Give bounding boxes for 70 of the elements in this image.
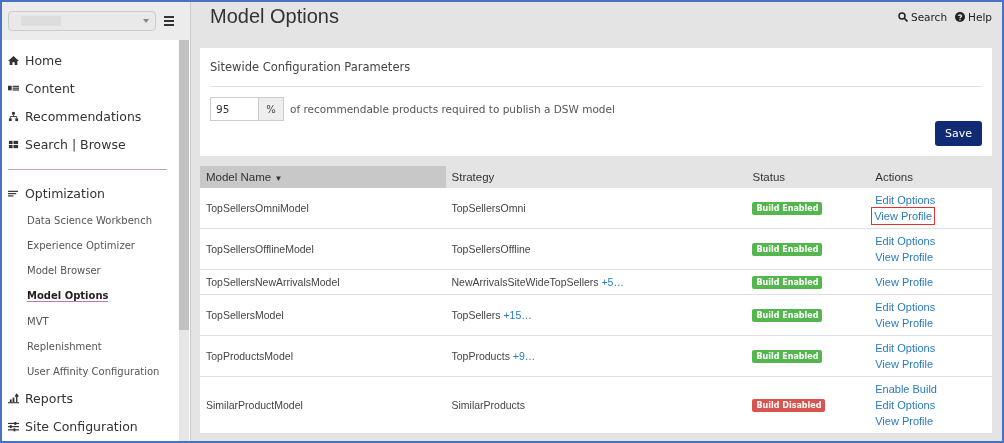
scrollbar-thumb[interactable] [179,40,189,330]
more-strategies-link[interactable]: +5… [601,276,624,288]
action-link[interactable]: Edit Options [875,397,936,413]
action-link[interactable]: View Profile [872,208,935,224]
nav-item[interactable]: Home [8,46,179,75]
help-icon [955,12,966,22]
model-name: TopSellersOmniModel [206,202,309,214]
action-link[interactable]: View Profile [875,315,934,331]
action-link[interactable]: View Profile [875,413,934,429]
nav-subitem[interactable]: User Affinity Configuration [27,366,160,378]
action-link[interactable]: View Profile [875,356,934,372]
page-title: Model Options [210,5,339,28]
lines-icon [8,188,19,200]
nav-item[interactable]: Search | Browse [8,130,179,159]
model-name: TopSellersNewArrivalsModel [206,276,340,288]
model-name: TopSellersModel [206,309,284,321]
status-badge: Build Enabled [752,276,823,289]
strategy-name: TopProducts [451,350,510,362]
caret-icon [143,19,149,23]
strategy-name: TopSellersOffline [451,243,531,255]
column-header[interactable]: Actions [869,166,992,188]
nav-subitem[interactable]: Data Science Workbench [27,215,152,226]
nav-item[interactable]: Optimization [8,179,179,208]
grid-icon [8,139,19,151]
site-dropdown[interactable] [8,11,156,31]
nav-subitem[interactable]: MVT [27,316,49,327]
nav-item[interactable]: Reports [8,384,179,413]
strategy-name: SimilarProducts [451,399,526,411]
nav-subitem[interactable]: Model Browser [27,265,101,277]
action-link[interactable]: Edit Options [875,233,936,249]
status-badge: Build Enabled [752,309,823,322]
model-name: SimilarProductModel [206,399,303,411]
nav-item[interactable]: Content [8,74,179,103]
strategy-name: TopSellersOmni [451,202,526,214]
column-header[interactable]: Status [746,166,870,188]
column-header[interactable]: Model Name ▼ [200,166,446,188]
status-badge: Build Enabled [752,243,823,256]
action-link[interactable]: Enable Build [875,381,937,397]
menu-icon[interactable] [164,16,174,26]
strategy-name: TopSellers [451,309,501,321]
strategy-name: NewArrivalsSiteWideTopSellers [451,276,599,288]
status-badge: Build Enabled [752,202,823,215]
action-link[interactable]: Edit Options [875,299,936,315]
percent-input-field[interactable]: 95 [210,97,258,121]
column-header[interactable]: Strategy [445,166,747,188]
unit-label: % [258,97,284,121]
nav-subitem[interactable]: Replenishment [27,341,102,353]
nav-subitem[interactable]: Model Options [27,290,109,303]
status-badge: Build Disabled [752,399,826,412]
card-title: Sitewide Configuration Parameters [210,60,982,87]
save-button[interactable]: Save [935,121,982,146]
help-link[interactable]: Help [955,11,992,23]
search-link[interactable]: Search [897,11,948,23]
home-icon [8,54,19,66]
chart-icon [8,393,19,405]
nav-subitem[interactable]: Experience Optimizer [27,240,135,252]
action-link[interactable]: View Profile [875,249,934,265]
model-name: TopProductsModel [206,350,293,362]
more-strategies-link[interactable]: +9… [512,350,536,362]
sliders-icon [8,421,19,433]
nav-item[interactable]: Recommendations [8,102,179,131]
model-name: TopSellersOfflineModel [206,243,314,255]
more-strategies-link[interactable]: +15… [503,309,532,321]
action-link[interactable]: Edit Options [875,340,936,356]
status-badge: Build Enabled [752,350,823,363]
nav-item[interactable]: Site Configuration [8,412,179,441]
action-link[interactable]: Edit Options [875,192,936,208]
field-description: of recommendable products required to publish a DSW model [290,103,615,115]
tree-icon [8,110,19,122]
search-icon [897,12,908,22]
